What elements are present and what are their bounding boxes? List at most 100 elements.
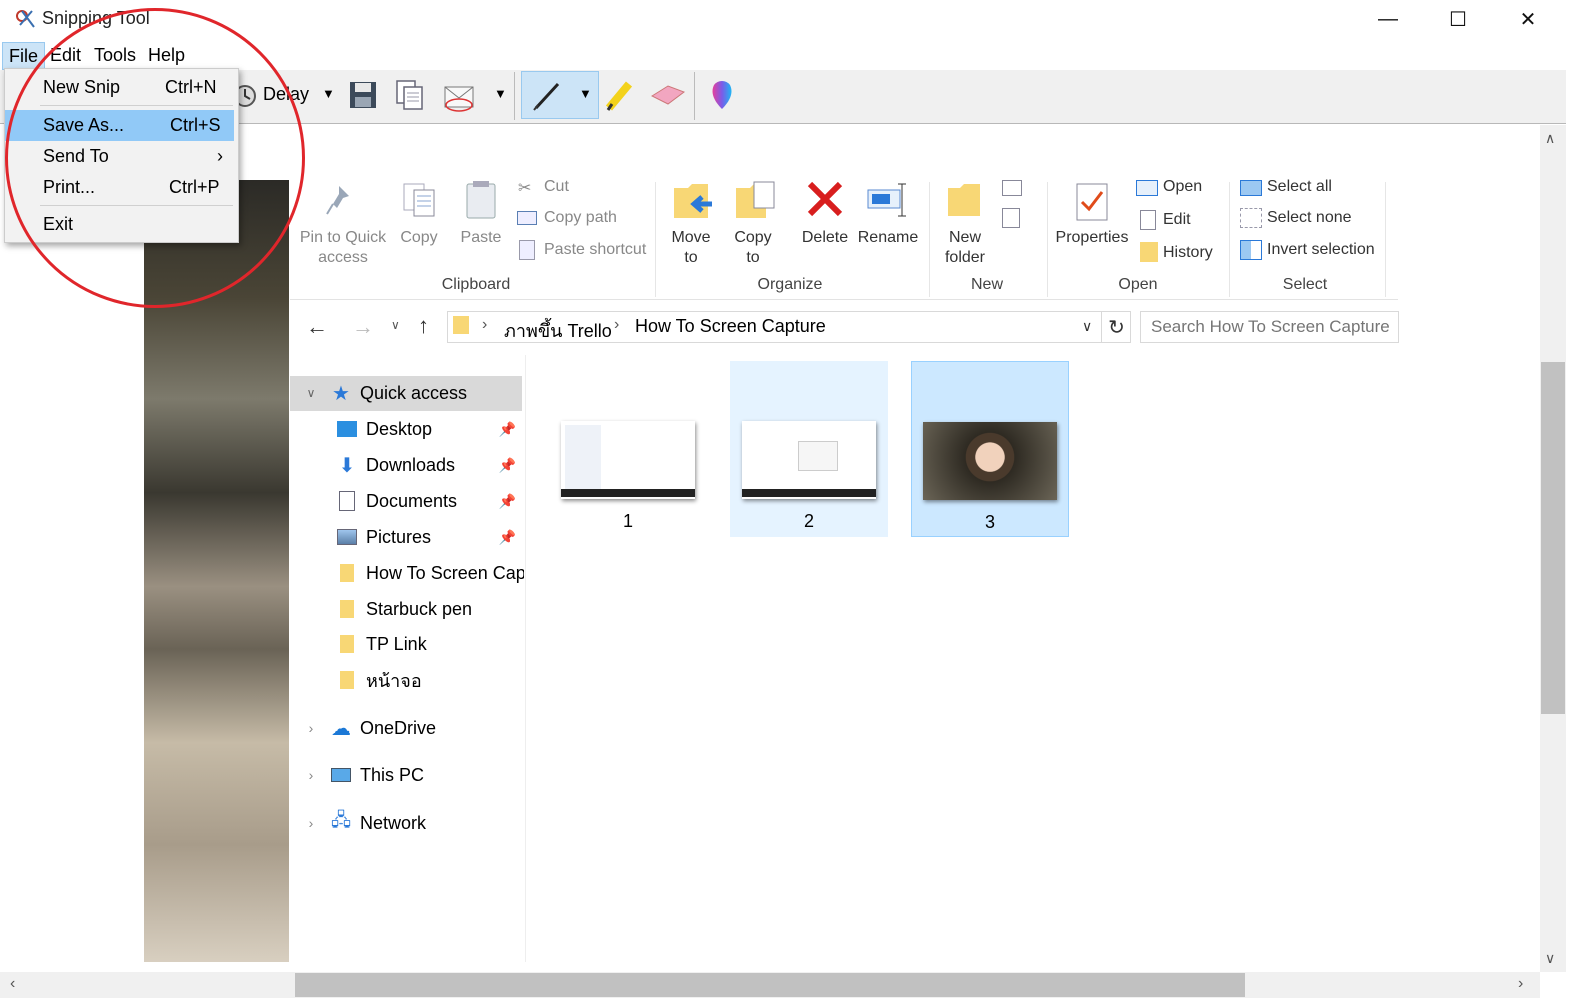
scroll-right-icon[interactable]: › — [1518, 975, 1523, 993]
rename-icon — [867, 183, 906, 217]
new-item-icon[interactable] — [1002, 180, 1022, 196]
scroll-down-icon[interactable]: ∨ — [1545, 950, 1555, 967]
menu-item-label: Print... — [43, 177, 96, 197]
delay-button[interactable]: Delay — [263, 84, 309, 105]
menu-item-new-snip[interactable]: New Snip Ctrl+N — [5, 72, 234, 103]
copy-icon[interactable] — [394, 79, 426, 111]
open-button[interactable]: Open — [1163, 178, 1202, 196]
nav-item-documents[interactable]: Documents 📌 — [336, 484, 524, 518]
eraser-icon[interactable] — [648, 82, 686, 108]
forward-arrow-icon[interactable]: → — [352, 314, 374, 340]
menu-tools[interactable]: Tools — [88, 42, 142, 70]
pin-icon[interactable]: 📌 — [499, 529, 516, 546]
documents-icon — [336, 490, 358, 512]
rename-button[interactable]: Rename — [856, 228, 920, 248]
toolbar-separator — [514, 72, 515, 120]
scissors-icon: ✂ — [518, 180, 532, 197]
menu-item-exit[interactable]: Exit — [5, 209, 234, 240]
menu-help[interactable]: Help — [142, 42, 191, 70]
nav-onedrive[interactable]: › ☁ OneDrive — [300, 711, 524, 745]
nav-item-folder[interactable]: How To Screen Capture — [336, 556, 524, 590]
send-email-icon[interactable] — [442, 79, 480, 113]
menu-file[interactable]: File — [2, 42, 46, 70]
star-icon: ★ — [332, 382, 350, 405]
nav-quick-access[interactable]: ∨ ★ Quick access — [300, 376, 524, 410]
new-folder-button[interactable]: New folder — [936, 228, 994, 268]
properties-button[interactable]: Properties — [1054, 228, 1130, 248]
pin-icon[interactable]: 📌 — [499, 457, 516, 474]
delete-button[interactable]: Delete — [798, 228, 852, 248]
menu-item-save-as[interactable]: Save As... Ctrl+S — [5, 110, 234, 141]
horizontal-scroll-thumb[interactable] — [295, 973, 1245, 997]
breadcrumb-item[interactable]: How To Screen Capture — [635, 316, 826, 337]
delete-icon — [807, 181, 843, 217]
refresh-icon[interactable]: ↻ — [1101, 311, 1131, 343]
menu-item-send-to[interactable]: Send To › — [5, 141, 234, 172]
menu-item-print[interactable]: Print... Ctrl+P — [5, 172, 234, 203]
breadcrumb-chevron-icon: › — [482, 316, 488, 333]
menu-edit[interactable]: Edit — [44, 42, 87, 70]
pin-icon[interactable]: 📌 — [499, 493, 516, 510]
cloud-icon: ☁ — [331, 717, 351, 740]
menu-separator — [40, 205, 233, 206]
delay-dropdown-icon[interactable]: ▼ — [322, 86, 335, 101]
file-tile-selected[interactable]: 3 — [911, 361, 1069, 537]
background-photo — [144, 180, 289, 962]
invert-selection-button[interactable]: Invert selection — [1267, 241, 1375, 259]
easy-access-icon[interactable] — [1002, 208, 1020, 228]
nav-item-pictures[interactable]: Pictures 📌 — [336, 520, 524, 554]
paste-button[interactable]: Paste — [455, 228, 507, 248]
move-to-button[interactable]: Move to — [664, 228, 718, 268]
file-thumbnail — [561, 421, 695, 499]
folder-icon — [336, 562, 358, 584]
select-none-button[interactable]: Select none — [1267, 209, 1352, 227]
up-arrow-icon[interactable]: ↑ — [418, 313, 429, 339]
pen-dropdown-icon[interactable]: ▼ — [579, 86, 592, 101]
pin-icon[interactable]: 📌 — [499, 421, 516, 438]
file-tile[interactable]: 2 — [730, 361, 888, 537]
minimize-button[interactable]: — — [1353, 0, 1423, 38]
scroll-up-icon[interactable]: ∧ — [1545, 130, 1555, 147]
back-arrow-icon[interactable]: ← — [306, 314, 328, 340]
send-dropdown-icon[interactable]: ▼ — [494, 86, 507, 101]
nav-item-folder[interactable]: TP Link — [336, 627, 524, 661]
menu-item-label: Save As... — [43, 115, 125, 135]
nav-item-folder[interactable]: Starbuck pen — [336, 592, 524, 626]
chevron-right-icon: › — [308, 767, 314, 783]
vertical-scroll-thumb[interactable] — [1541, 362, 1565, 714]
nav-this-pc[interactable]: › This PC — [300, 758, 524, 792]
save-icon[interactable] — [348, 80, 378, 110]
nav-item-downloads[interactable]: ⬇ Downloads 📌 — [336, 448, 524, 482]
pin-to-quick-access-button[interactable]: Pin to Quick access — [295, 228, 391, 268]
organize-group-label: Organize — [757, 276, 823, 293]
copy-button[interactable]: Copy — [392, 228, 446, 248]
copy-to-button[interactable]: Copy to — [726, 228, 780, 268]
maximize-button[interactable]: ☐ — [1423, 0, 1493, 38]
nav-item-folder[interactable]: หน้าจอ — [336, 663, 524, 697]
history-button[interactable]: History — [1163, 244, 1213, 262]
select-all-button[interactable]: Select all — [1267, 178, 1332, 196]
paste-shortcut-button[interactable]: Paste shortcut — [544, 241, 646, 259]
cut-button[interactable]: Cut — [544, 178, 569, 196]
pen-icon — [533, 82, 560, 111]
address-dropdown-icon[interactable]: ∨ — [1082, 318, 1092, 335]
search-input[interactable] — [1140, 311, 1399, 343]
pane-divider[interactable] — [525, 355, 526, 962]
nav-network[interactable]: › 🖧 Network — [300, 806, 524, 840]
recent-locations-icon[interactable]: ∨ — [391, 318, 400, 332]
nav-label: Pictures — [366, 526, 432, 547]
highlighter-icon[interactable] — [603, 76, 637, 112]
nav-item-desktop[interactable]: Desktop 📌 — [336, 412, 524, 446]
copy-path-button[interactable]: Copy path — [544, 209, 617, 227]
invert-selection-icon — [1240, 240, 1262, 260]
file-tile[interactable]: 1 — [549, 361, 707, 537]
edit-button[interactable]: Edit — [1163, 211, 1191, 229]
menu-item-shortcut: Ctrl+N — [165, 77, 217, 97]
breadcrumb-item[interactable]: ภาพขึ้น Trello — [504, 316, 612, 345]
paint3d-icon[interactable] — [708, 77, 736, 111]
folder-icon — [336, 669, 358, 691]
edit-icon — [1140, 210, 1156, 230]
nav-label: Documents — [366, 490, 458, 511]
close-button[interactable]: ✕ — [1493, 0, 1563, 38]
scroll-left-icon[interactable]: ‹ — [10, 975, 15, 993]
